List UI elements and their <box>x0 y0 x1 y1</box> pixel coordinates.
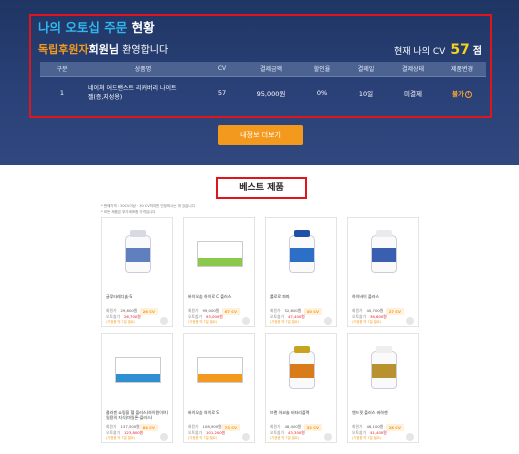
product-name[interactable]: 바이오숨 하이로 S <box>188 410 252 415</box>
bottle-image <box>371 346 397 389</box>
product-image[interactable] <box>184 334 256 406</box>
cart-icon[interactable] <box>406 317 414 325</box>
cart-icon[interactable] <box>242 433 250 441</box>
product-image[interactable] <box>266 334 338 406</box>
bottle-image <box>371 230 397 273</box>
current-cv: 현재 나의 CV 57 점 <box>394 42 482 58</box>
cart-icon[interactable] <box>324 433 332 441</box>
table-header-row: 구분 상품명 CV 결제금액 할인율 결제일 결제상태 제품변경 <box>40 62 486 77</box>
col-header: 결제금액 <box>242 62 300 77</box>
member-type: 독립후원자 <box>38 43 89 56</box>
cart-icon[interactable] <box>160 317 168 325</box>
product-card[interactable]: 콜라겐 쇼핑을 헬 플러스(하이원이브) 일용의 지식(마일론-플러스) 회원가… <box>101 333 173 443</box>
cart-icon[interactable] <box>324 317 332 325</box>
product-card[interactable]: 바이오숨 하이로 C 플러스 회원가 99,000원 오토쉽가 93,000원 (가… <box>183 217 255 327</box>
cv-badge: 27 CV <box>385 308 404 315</box>
order-pay-day: 10일 <box>358 90 374 99</box>
info-icon[interactable]: ! <box>464 90 472 98</box>
col-header: 결제상태 <box>388 62 438 77</box>
product-name[interactable]: 바이오숨 하이로 C 플러스 <box>188 294 252 299</box>
product-card[interactable]: 롤로로 파파 회원가 52,800원 오토쉽가 47,400원 (가정용 약 7일 … <box>265 217 337 327</box>
price-note: (가정용 약 7일 필요) <box>106 320 136 324</box>
price-note: (가정용 약 7일 필요) <box>352 436 382 440</box>
order-status: 미결제 <box>404 90 422 99</box>
product-image[interactable] <box>266 218 338 290</box>
bottle-image <box>125 230 151 273</box>
col-header: 결제일 <box>344 62 388 77</box>
cv-badge: 28 CV <box>385 424 404 431</box>
welcome-message: 독립후원자회원님 환영합니다 <box>38 43 169 56</box>
cv-badge: 32 CV <box>303 424 322 431</box>
cart-icon[interactable] <box>406 433 414 441</box>
autoship-order-table: 구분 상품명 CV 결제금액 할인율 결제일 결제상태 제품변경 1 네이쳐 어… <box>40 62 486 110</box>
product-card[interactable]: 바이오숨 하이로 S 회원가 108,900원 오토쉽가 101,200원 (가정용… <box>183 333 255 443</box>
product-image[interactable] <box>102 334 174 406</box>
order-cv: 57 <box>217 89 227 98</box>
col-header: 구분 <box>40 62 84 77</box>
best-products-heading: 베스트 제품 <box>216 177 307 199</box>
price-note: (가정용 약 7일 필요) <box>270 436 300 440</box>
price-note: (가정용 약 7일 필요) <box>352 320 382 324</box>
cart-icon[interactable] <box>242 317 250 325</box>
price-note: (가정용 약 7일 필요) <box>188 436 218 440</box>
product-name[interactable]: 하이바이 플러스 <box>352 294 416 299</box>
col-header: 제품변경 <box>438 62 486 77</box>
bottle-image <box>289 346 315 389</box>
product-change-cell: 불가! <box>438 76 486 110</box>
more-info-button[interactable]: 내정보 더보기 <box>218 125 303 145</box>
product-name[interactable]: 콜라겐 쇼핑을 헬 플러스(하이원이브) 일용의 지식(마일론-플러스) <box>106 410 170 420</box>
order-status-panel: 나의 오토십 주문 현황 독립후원자회원님 환영합니다 현재 나의 CV 57 점 … <box>29 14 492 118</box>
box-image <box>197 357 243 383</box>
product-grid: 글루타레디솔-S 회원가 29,600원 오토쉽가 26,700원 (가정용 약 7… <box>101 217 419 443</box>
order-status-hero: 나의 오토십 주문 현황 독립후원자회원님 환영합니다 현재 나의 CV 57 점 … <box>0 0 519 165</box>
product-card[interactable]: 하이바이 플러스 회원가 40,700원 오토쉽가 36,600원 (가정용 약 7… <box>347 217 419 327</box>
cv-value: 57 <box>450 42 470 58</box>
product-image[interactable] <box>184 218 256 290</box>
product-image[interactable] <box>348 334 420 406</box>
cart-icon[interactable] <box>160 433 168 441</box>
product-change-button[interactable]: 불가! <box>452 90 472 98</box>
cv-badge: 73 CV <box>221 424 240 431</box>
order-product-name: 네이쳐 어드밴스트 리커버리 나이트 젤(증,지성용) <box>88 85 177 102</box>
cv-badge: 28 CV <box>139 308 158 315</box>
product-name[interactable]: 롤로로 파파 <box>270 294 334 299</box>
product-name[interactable]: 글루타레디솔-S <box>106 294 170 299</box>
product-card[interactable]: 엔드핏 플러스 바하젠 회원가 46,100원 오토쉽가 41,400원 (가정용 … <box>347 333 419 443</box>
price-note: (가정용 약 7일 필요) <box>188 320 218 324</box>
best-products-notes: * 판매가격 : 30CV이상 · 30 CV까지만 인정하시는 게 있습니다 … <box>101 204 195 214</box>
product-card[interactable]: 브랜 아코솔 비타리플렉 회원가 48,400원 오토쉽가 43,300원 (가정용… <box>265 333 337 443</box>
col-header: 상품명 <box>84 62 202 77</box>
product-image[interactable] <box>102 218 174 290</box>
box-image <box>115 357 161 383</box>
table-row: 1 네이쳐 어드밴스트 리커버리 나이트 젤(증,지성용) 57 95,000원… <box>40 76 486 110</box>
product-card[interactable]: 글루타레디솔-S 회원가 29,600원 오토쉽가 26,700원 (가정용 약 7… <box>101 217 173 327</box>
cv-badge: 30 CV <box>303 308 322 315</box>
order-discount: 0% <box>316 89 328 98</box>
bottle-image <box>289 230 315 273</box>
price-note: (가정용 약 7일 필요) <box>270 320 300 324</box>
cv-badge: 84 CV <box>139 424 158 431</box>
col-header: CV <box>202 62 242 77</box>
col-header: 할인율 <box>300 62 344 77</box>
product-name[interactable]: 엔드핏 플러스 바하젠 <box>352 410 416 415</box>
price-note: (가정용 약 7일 필요) <box>106 436 136 440</box>
order-amount: 95,000원 <box>256 90 286 99</box>
cv-badge: 67 CV <box>221 308 240 315</box>
box-image <box>197 241 243 267</box>
product-image[interactable] <box>348 218 420 290</box>
product-name[interactable]: 브랜 아코솔 비타리플렉 <box>270 410 334 415</box>
order-status-title: 나의 오토십 주문 현황 <box>38 20 155 35</box>
